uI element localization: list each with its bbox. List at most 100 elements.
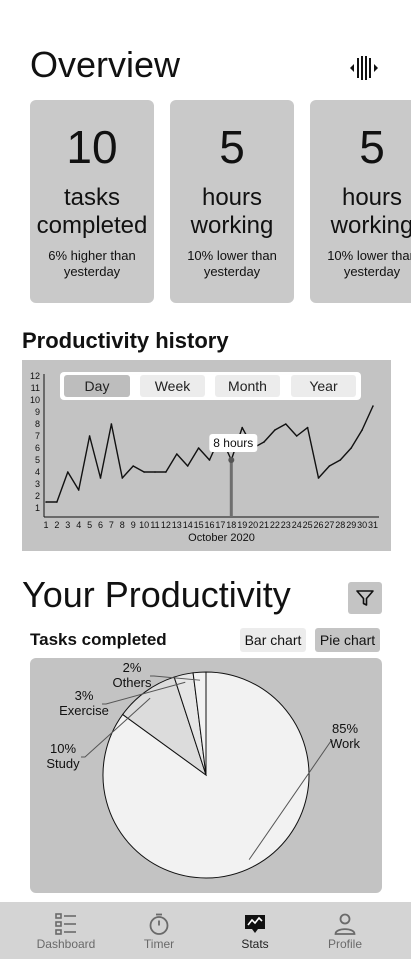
y-tick-label: 11 — [31, 383, 40, 393]
period-tabs: Day Week Month Year — [60, 372, 361, 400]
data-point — [165, 471, 167, 473]
tooltip-label: 8 hours — [213, 436, 253, 450]
slice-name-label: Study — [46, 756, 80, 771]
data-point — [99, 477, 102, 479]
x-tick-label: 25 — [303, 520, 313, 530]
filter-button[interactable] — [348, 582, 382, 614]
overview-card[interactable]: 10 tasks completed 6% higher than yester… — [30, 100, 154, 303]
x-tick-label: 14 — [183, 520, 193, 530]
y-tick-label: 1 — [35, 503, 40, 513]
slice-value-label: 85% — [332, 721, 358, 736]
data-point — [176, 453, 178, 455]
nav-label: Timer — [143, 937, 175, 951]
x-tick-label: 19 — [237, 520, 247, 530]
x-tick-label: 7 — [109, 520, 114, 530]
data-point — [263, 441, 265, 443]
bottom-nav: Dashboard Timer Stats Profile — [0, 902, 411, 959]
x-tick-label: 8 — [120, 520, 125, 530]
data-point — [110, 423, 113, 425]
highlight-point — [228, 457, 235, 463]
overview-card[interactable]: 5 hours working 10% lower than yesterday — [170, 100, 294, 303]
y-tick-label: 4 — [35, 467, 40, 477]
tab-month[interactable]: Month — [215, 375, 280, 397]
x-tick-label: 17 — [215, 520, 225, 530]
tasks-pie-chart: 85%Work 10%Study 3%Exercise 2%Others — [46, 660, 361, 879]
nav-label: Profile — [327, 937, 362, 951]
x-tick-label: 24 — [292, 520, 302, 530]
overview-title: Overview — [30, 44, 181, 85]
data-point — [121, 477, 124, 479]
series-line — [46, 405, 374, 503]
data-point — [361, 429, 363, 431]
x-tick-label: 15 — [194, 520, 204, 530]
card-subtext-line: yesterday — [343, 264, 401, 279]
data-point — [350, 447, 353, 449]
tab-year[interactable]: Year — [291, 375, 356, 397]
profile-icon — [334, 913, 356, 935]
nav-label: Stats — [241, 937, 269, 951]
slice-name-label: Others — [112, 675, 152, 690]
x-tick-label: 30 — [357, 520, 367, 530]
card-subtext: 10% lower than yesterday — [290, 248, 411, 280]
y-tick-label: 3 — [35, 479, 40, 489]
slice-name-label: Work — [330, 736, 361, 751]
data-point — [285, 423, 287, 425]
dashboard-icon — [55, 913, 76, 935]
x-tick-label: 18 — [226, 520, 236, 530]
data-point — [186, 465, 189, 467]
data-point — [317, 477, 320, 479]
x-tick-label: 11 — [150, 520, 159, 530]
scroll-horizontal-icon[interactable] — [348, 54, 380, 82]
x-tick-label: 22 — [270, 520, 280, 530]
tasks-completed-title: Tasks completed — [30, 630, 167, 649]
productivity-title: Your Productivity — [22, 574, 291, 615]
filter-icon — [356, 590, 374, 606]
data-point — [208, 459, 211, 461]
x-tick-label: 16 — [204, 520, 214, 530]
data-point — [241, 426, 243, 429]
nav-dashboard[interactable]: Dashboard — [16, 902, 116, 959]
card-value: 5 — [219, 121, 245, 173]
x-tick-label: 6 — [98, 520, 103, 530]
card-subtext-line: 10% lower than — [327, 248, 411, 263]
x-tick-label: 27 — [324, 520, 334, 530]
y-tick-label: 9 — [35, 407, 40, 417]
x-tick-label: 31 — [368, 520, 378, 530]
data-point — [77, 489, 80, 491]
nav-profile[interactable]: Profile — [295, 902, 395, 959]
data-point — [132, 465, 134, 467]
x-tick-label: 5 — [87, 520, 92, 530]
y-tick-label: 7 — [35, 431, 40, 441]
data-point — [372, 405, 374, 407]
pie-chart-toggle[interactable]: Pie chart — [315, 628, 380, 652]
data-point — [328, 465, 331, 467]
y-tick-label: 6 — [35, 443, 40, 453]
data-point — [56, 501, 58, 503]
slice-value-label: 10% — [50, 741, 76, 756]
history-title: Productivity history — [22, 328, 229, 353]
card-label-line: hours — [341, 184, 403, 211]
data-point — [45, 501, 47, 503]
y-tick-label: 12 — [30, 371, 40, 381]
x-tick-label: 29 — [346, 520, 356, 530]
data-point — [306, 426, 309, 429]
x-tick-label: 2 — [54, 520, 59, 530]
bar-chart-toggle[interactable]: Bar chart — [240, 628, 306, 652]
x-tick-label: 3 — [65, 520, 70, 530]
x-tick-label: 23 — [281, 520, 291, 530]
x-tick-label: 12 — [161, 520, 171, 530]
card-label-line: working — [330, 212, 411, 239]
nav-timer[interactable]: Timer — [109, 902, 209, 959]
y-tick-label: 10 — [30, 395, 40, 405]
slice-value-label: 2% — [123, 660, 142, 675]
x-tick-label: 20 — [248, 520, 258, 530]
y-tick-label: 8 — [35, 419, 40, 429]
x-tick-label: 1 — [43, 520, 48, 530]
overview-cards: 10 tasks completed 6% higher than yester… — [30, 100, 411, 305]
nav-stats[interactable]: Stats — [205, 902, 305, 959]
overview-card[interactable]: 5 hours working 10% lower than yesterday — [310, 100, 411, 303]
tab-week[interactable]: Week — [140, 375, 205, 397]
data-point — [274, 429, 276, 431]
x-tick-label: 13 — [172, 520, 182, 530]
tab-day[interactable]: Day — [64, 375, 130, 397]
